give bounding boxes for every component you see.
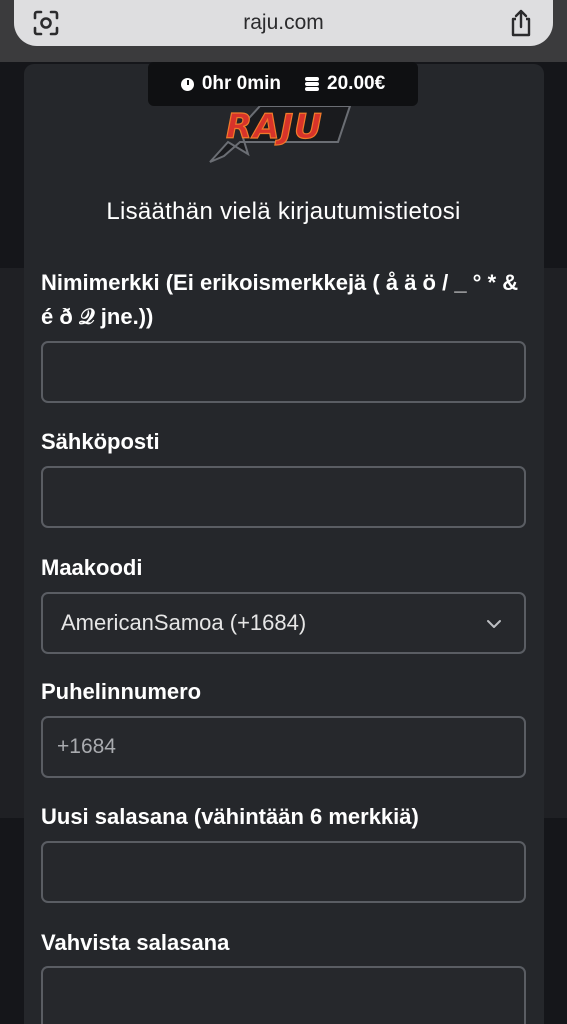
- new-password-label: Uusi salasana (vähintään 6 merkkiä): [41, 804, 419, 829]
- nickname-label: Nimimerkki (Ei erikoismerkkejä ( å ä ö /…: [41, 270, 519, 329]
- confirm-password-label: Vahvista salasana: [41, 930, 230, 955]
- phone-label: Puhelinnumero: [41, 679, 202, 704]
- share-icon[interactable]: [507, 8, 535, 38]
- url-text: raju.com: [243, 11, 324, 34]
- session-status-bar: 0hr 0min 20.00€: [148, 62, 418, 106]
- clock-icon: [180, 77, 194, 91]
- country-code-select[interactable]: AmericanSamoa (+1684): [41, 592, 526, 654]
- scan-icon[interactable]: [32, 9, 60, 37]
- address-bar[interactable]: raju.com: [14, 0, 553, 46]
- confirm-password-input[interactable]: [41, 966, 526, 1024]
- browser-toolbar: raju.com: [0, 0, 567, 62]
- svg-text:RAJU: RAJU: [226, 107, 323, 147]
- balance-amount: 20.00€: [327, 73, 386, 94]
- session-time: 0hr 0min: [201, 73, 282, 94]
- email-input[interactable]: [41, 466, 526, 528]
- country-code-value: AmericanSamoa (+1684): [61, 610, 307, 635]
- country-code-label: Maakoodi: [41, 555, 143, 580]
- raju-logo: RAJU: [209, 105, 352, 163]
- form-subtitle: Lisääthän vielä kirjautumistietosi: [106, 198, 461, 225]
- phone-input[interactable]: +1684: [41, 716, 526, 778]
- email-label: Sähköposti: [41, 429, 160, 454]
- nickname-input[interactable]: [41, 341, 526, 403]
- chevron-down-icon: [487, 620, 501, 628]
- new-password-input[interactable]: [41, 841, 526, 903]
- coins-icon: [305, 77, 320, 91]
